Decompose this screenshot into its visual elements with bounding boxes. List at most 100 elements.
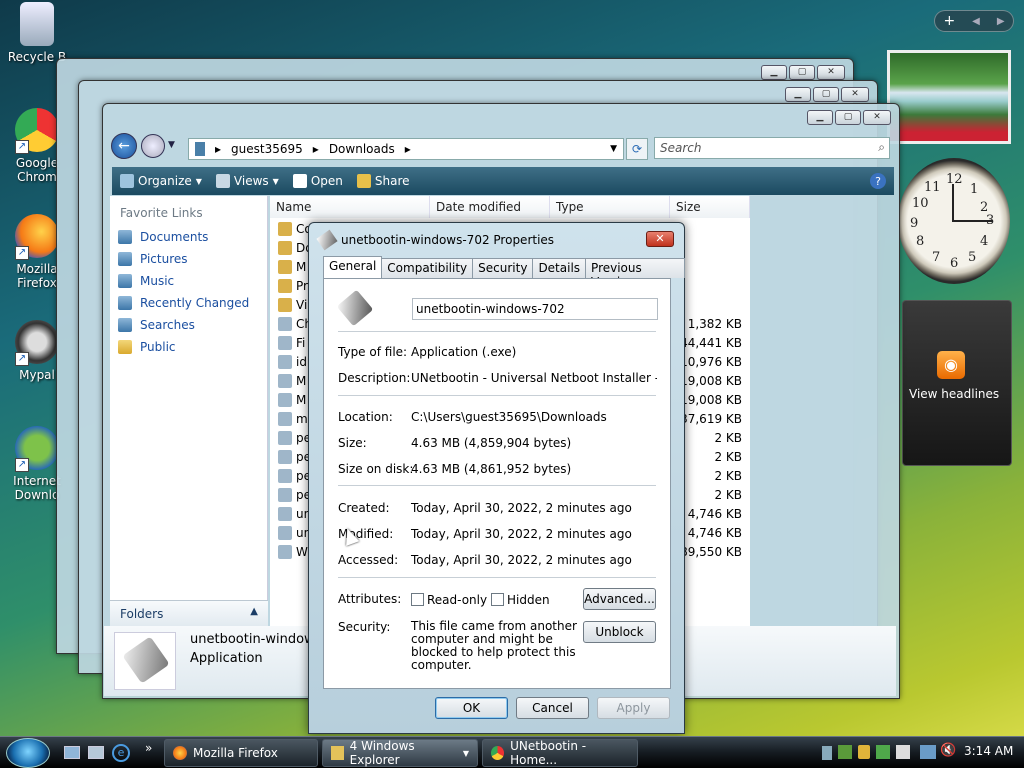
internet-explorer-icon[interactable]: e (112, 744, 130, 762)
address-dropdown-icon[interactable]: ▼ (610, 144, 617, 154)
search-input[interactable]: Search ⌕ (654, 137, 890, 159)
table-row[interactable]: Vi (278, 298, 307, 312)
table-row[interactable]: W (278, 545, 308, 559)
hidden-label[interactable]: Hidden (507, 593, 550, 607)
favorite-link-public[interactable]: Public (118, 340, 176, 354)
feed-headlines-gadget[interactable]: ◉ View headlines (902, 300, 1012, 466)
tab-previous-versions[interactable]: Previous Versions (585, 258, 685, 289)
size-on-disk-value: 4.63 MB (4,861,952 bytes) (411, 462, 572, 476)
close-button[interactable]: ✕ (817, 65, 845, 80)
column-header-name[interactable]: Name (270, 196, 430, 218)
favorite-link-recently-changed[interactable]: Recently Changed (118, 296, 249, 310)
taskbar-button-explorer[interactable]: 4 Windows Explorer ▼ (322, 739, 478, 767)
favorite-link-documents[interactable]: Documents (118, 230, 208, 244)
maximize-button[interactable]: ▢ (789, 65, 815, 80)
favorite-link-music[interactable]: Music (118, 274, 174, 288)
tray-app-icon[interactable] (896, 745, 910, 759)
unblock-button[interactable]: Unblock (583, 621, 656, 643)
table-row[interactable]: Co (278, 222, 312, 236)
table-row[interactable]: pe (278, 450, 311, 464)
breadcrumb-item[interactable]: guest35695 (231, 142, 303, 156)
separator (338, 577, 656, 578)
window-caption-buttons: ▁ ▢ ✕ (761, 65, 845, 80)
properties-dialog[interactable]: unetbootin-windows-702 Properties ✕ Gene… (308, 222, 685, 734)
table-row[interactable]: un (278, 526, 311, 540)
favorite-link-label: Public (140, 340, 176, 354)
taskbar-button-firefox[interactable]: Mozilla Firefox (164, 739, 318, 767)
minimize-button[interactable]: ▁ (807, 110, 833, 125)
column-header-label: Name (276, 200, 312, 214)
file-name-field[interactable]: unetbootin-windows-702 (412, 298, 658, 320)
table-row[interactable]: un (278, 507, 311, 521)
minimize-button[interactable]: ▁ (785, 87, 811, 102)
refresh-icon[interactable]: ⟳ (626, 138, 648, 160)
close-button[interactable]: ✕ (863, 110, 891, 125)
read-only-checkbox[interactable] (411, 593, 424, 606)
start-button[interactable] (6, 738, 50, 768)
previous-icon[interactable]: ◀ (972, 16, 980, 27)
table-row[interactable]: id (278, 355, 307, 369)
taskbar-clock[interactable]: 3:14 AM (964, 744, 1013, 758)
close-button[interactable]: ✕ (841, 87, 869, 102)
dialog-close-button[interactable]: ✕ (646, 231, 674, 247)
search-icon[interactable]: ⌕ (878, 140, 885, 155)
feed-label[interactable]: View headlines (909, 387, 999, 401)
tab-details[interactable]: Details (532, 258, 587, 278)
switch-windows-icon[interactable] (88, 746, 104, 759)
network-icon[interactable] (920, 745, 936, 759)
security-shield-icon[interactable] (858, 745, 870, 759)
column-header-date-modified[interactable]: Date modified (430, 196, 550, 218)
help-icon[interactable]: ? (870, 173, 886, 189)
forward-button[interactable] (141, 134, 165, 158)
volume-muted-icon[interactable]: 🔇 (940, 743, 956, 758)
maximize-button[interactable]: ▢ (813, 87, 839, 102)
tray-app-icon[interactable] (876, 745, 890, 759)
column-header-size[interactable]: Size (670, 196, 750, 218)
favorite-link-searches[interactable]: Searches (118, 318, 195, 332)
unetbootin-file-icon (336, 289, 374, 327)
table-row[interactable]: Pr (278, 279, 308, 293)
tray-network-icon[interactable] (838, 745, 852, 759)
address-bar[interactable]: ▸ guest35695 ▸ Downloads ▸ ▼ (188, 138, 624, 160)
table-row[interactable]: pe (278, 431, 311, 445)
table-row[interactable]: M (278, 260, 306, 274)
tab-compatibility[interactable]: Compatibility (381, 258, 474, 278)
add-gadget-icon[interactable]: + (943, 13, 955, 29)
advanced-button[interactable]: Advanced... (583, 588, 656, 610)
share-button[interactable]: Share (356, 174, 410, 188)
tab-general[interactable]: General (323, 256, 383, 278)
sidebar-controls[interactable]: + ◀ ▶ (934, 10, 1014, 32)
folders-toggle[interactable]: Folders ▲ (110, 600, 268, 626)
table-row[interactable]: Ch (278, 317, 312, 331)
table-row[interactable]: M (278, 393, 306, 407)
slideshow-gadget[interactable] (887, 50, 1011, 144)
table-row[interactable]: M (278, 374, 306, 388)
organize-button[interactable]: Organize ▼ (120, 174, 202, 188)
breadcrumb-item[interactable]: Downloads (329, 142, 395, 156)
ok-button[interactable]: OK (435, 697, 508, 719)
hidden-checkbox[interactable] (491, 593, 504, 606)
tab-security[interactable]: Security (472, 258, 534, 278)
maximize-button[interactable]: ▢ (835, 110, 861, 125)
back-button[interactable]: ← (111, 133, 137, 159)
read-only-label[interactable]: Read-only (427, 593, 487, 607)
table-row[interactable]: pe (278, 488, 311, 502)
minimize-button[interactable]: ▁ (761, 65, 787, 80)
recent-pages-chevron-icon[interactable]: ▼ (168, 140, 175, 150)
column-header-type[interactable]: Type (550, 196, 670, 218)
table-row[interactable]: Fi (278, 336, 305, 350)
table-row[interactable]: pe (278, 469, 311, 483)
favorite-link-pictures[interactable]: Pictures (118, 252, 188, 266)
desktop-icon-recycle-bin[interactable]: Recycle B (2, 2, 72, 64)
quick-launch-chevron-icon[interactable]: » (145, 741, 152, 755)
next-icon[interactable]: ▶ (997, 16, 1005, 27)
folders-label: Folders (120, 607, 164, 621)
taskbar-button-chrome[interactable]: UNetbootin - Home... (482, 739, 638, 767)
tray-icon[interactable] (822, 746, 832, 760)
open-button[interactable]: Open (292, 174, 343, 188)
views-button[interactable]: Views ▼ (215, 174, 279, 188)
table-row[interactable]: m (278, 412, 308, 426)
apply-button[interactable]: Apply (597, 697, 670, 719)
show-desktop-icon[interactable] (64, 746, 80, 759)
cancel-button[interactable]: Cancel (516, 697, 589, 719)
